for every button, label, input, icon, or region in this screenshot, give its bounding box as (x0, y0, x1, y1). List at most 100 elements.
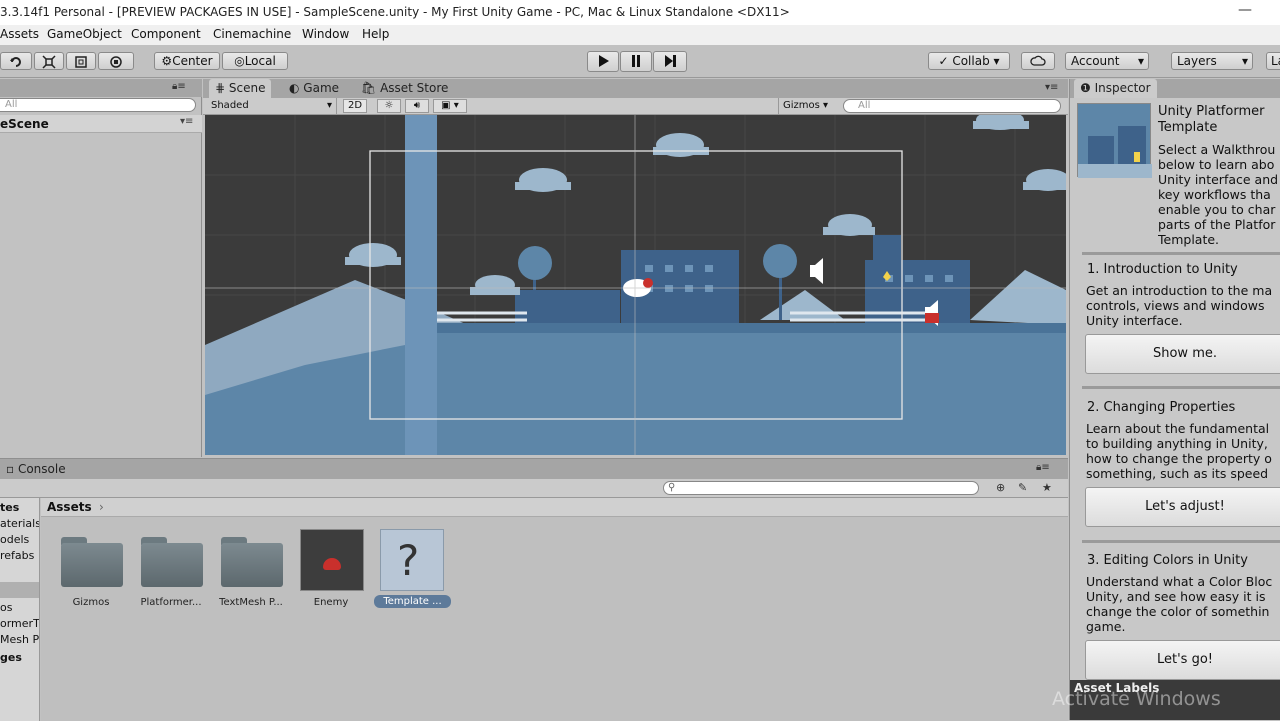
layers-dropdown[interactable]: Layers ▾ (1171, 52, 1253, 70)
section-3-heading: 3. Editing Colors in Unity (1087, 553, 1248, 568)
label-tag-icon[interactable]: ✎ (1018, 481, 1027, 494)
asset-grid: Gizmos Platformer... TextMesh P... Enemy… (41, 517, 1068, 721)
menu-help[interactable]: Help (362, 27, 389, 41)
menu-component[interactable]: Component (131, 27, 201, 41)
collab-dropdown[interactable]: ✓ Collab ▾ (928, 52, 1010, 70)
layout-dropdown[interactable]: La (1266, 52, 1280, 70)
question-mark-icon: ? (397, 536, 420, 585)
tab-asset-store[interactable]: 🛍︎ Asset Store (355, 79, 454, 98)
tree-item-assets[interactable]: tes (0, 501, 19, 514)
rect-tool-button[interactable] (66, 52, 96, 70)
inspector-title-line1: Unity Platformer (1158, 104, 1265, 119)
asset-label-selected: Template ... (374, 595, 451, 608)
pivot-label: Center (172, 54, 213, 68)
asset-folder-platformer[interactable] (141, 537, 203, 587)
tab-console-label: Console (17, 462, 66, 476)
tab-inspector[interactable]: ❶ Inspector (1074, 79, 1157, 98)
step-icon (665, 55, 676, 67)
template-thumbnail (1077, 103, 1152, 178)
breadcrumb-assets[interactable]: Assets (47, 500, 92, 514)
tab-scene[interactable]: ⋕ Scene (209, 79, 272, 98)
lets-go-button[interactable]: Let's go! (1085, 640, 1280, 680)
enemy-icon (323, 558, 341, 570)
section-2-body: Learn about the fundamental to building … (1086, 421, 1272, 481)
dropdown-arrow-icon: ▾ (1137, 54, 1144, 68)
effects-dropdown[interactable]: ▣ ▾ (433, 99, 467, 113)
tree-item-platformer[interactable]: ormerT (0, 617, 39, 630)
scene-search-input[interactable]: All (843, 99, 1061, 113)
filter-type-icon[interactable]: ⊕ (996, 481, 1005, 494)
enemy-sprite[interactable] (925, 313, 939, 323)
hierarchy-search-input[interactable]: All (0, 98, 196, 112)
section-divider (1082, 540, 1280, 543)
tab-game[interactable]: ◐ Game (283, 79, 345, 98)
account-label: Account (1071, 54, 1120, 68)
gizmos-dropdown[interactable]: Gizmos ▾ (778, 98, 838, 114)
scene-view-panel: ⋕ Scene ◐ Game 🛍︎ Asset Store ▾≡ Shaded ▾… (203, 79, 1068, 457)
scene-tabbar: ⋕ Scene ◐ Game 🛍︎ Asset Store ▾≡ (203, 79, 1068, 98)
scene-menu-icon[interactable]: ▾≡ (180, 116, 193, 127)
project-search-input[interactable]: ⚲ (663, 481, 979, 495)
minimize-button[interactable]: — (1238, 2, 1252, 18)
asset-label: Enemy (313, 597, 349, 608)
store-icon: 🛍︎ (361, 81, 381, 95)
asset-template[interactable]: ? (380, 529, 444, 591)
window-title: 3.3.14f1 Personal - [PREVIEW PACKAGES IN… (0, 5, 790, 19)
pause-button[interactable] (620, 51, 652, 72)
scene-row[interactable]: eScene ▾≡ (0, 115, 202, 133)
tab-console[interactable]: ▫ Console (0, 460, 72, 479)
tree-item-gizmos[interactable]: os (0, 601, 12, 614)
hierarchy-panel: 🔒︎≡ All eScene ▾≡ (0, 79, 202, 457)
play-button[interactable] (587, 51, 619, 72)
tree-item-selected[interactable] (0, 582, 39, 598)
show-me-button[interactable]: Show me. (1085, 334, 1280, 374)
account-dropdown[interactable]: Account ▾ (1065, 52, 1149, 70)
project-panel: ▫ Console 🔒︎≡ ⚲ ⊕ ✎ ★ tes aterials odels… (0, 458, 1068, 721)
panel-menu-icon[interactable]: ▾≡ (1045, 82, 1058, 93)
asset-label: Gizmos (72, 597, 110, 608)
layout-label: La (1271, 54, 1280, 68)
project-tabbar: ▫ Console 🔒︎≡ (0, 459, 1068, 479)
cloud-button[interactable] (1021, 52, 1055, 70)
menu-window[interactable]: Window (302, 27, 349, 41)
asset-prefab-enemy[interactable] (300, 529, 364, 591)
menu-bar: Assets GameObject Component Cinemachine … (0, 25, 1280, 45)
tree-item-packages[interactable]: ges (0, 651, 22, 664)
shading-mode-label: Shaded (211, 100, 249, 111)
tree-item-models[interactable]: odels (0, 533, 29, 546)
scale-tool-button[interactable] (34, 52, 64, 70)
transform-tool-button[interactable] (98, 52, 134, 70)
menu-assets[interactable]: Assets (0, 27, 39, 41)
tree-item-textmesh[interactable]: Mesh P (0, 633, 39, 646)
dropdown-arrow-icon: ▾ (326, 100, 332, 111)
main-toolbar: ⚙Center ◎Local ✓ Collab ▾ Account ▾ Layer… (0, 45, 1280, 78)
step-button[interactable] (653, 51, 687, 72)
menu-cinemachine[interactable]: Cinemachine (213, 27, 291, 41)
asset-folder-gizmos[interactable] (61, 537, 123, 587)
tab-inspector-label: Inspector (1094, 81, 1151, 95)
favorite-star-icon[interactable]: ★ (1042, 481, 1052, 494)
section-3-body: Understand what a Color Bloc Unity, and … (1086, 574, 1273, 634)
lighting-toggle[interactable]: ☼ (377, 99, 401, 113)
scene-viewport[interactable] (205, 115, 1066, 455)
check-icon: ✓ (938, 54, 953, 68)
2d-toggle[interactable]: 2D (343, 99, 367, 113)
menu-gameobject[interactable]: GameObject (47, 27, 122, 41)
tree-item-materials[interactable]: aterials (0, 517, 39, 530)
section-divider (1082, 386, 1280, 389)
asset-folder-textmesh[interactable] (221, 537, 283, 587)
rotate-tool-button[interactable] (0, 52, 32, 70)
tab-scene-label: Scene (228, 81, 266, 95)
shading-mode-dropdown[interactable]: Shaded ▾ (211, 98, 337, 114)
tab-game-label: Game (303, 81, 340, 95)
lock-icon[interactable]: 🔒︎≡ (1036, 462, 1050, 473)
pivot-center-button[interactable]: ⚙Center (154, 52, 220, 70)
audio-toggle[interactable]: 🔊︎ (405, 99, 429, 113)
tree-item-prefabs[interactable]: refabs (0, 549, 34, 562)
lock-icon[interactable]: 🔒︎≡ (172, 81, 186, 92)
lets-adjust-button[interactable]: Let's adjust! (1085, 487, 1280, 527)
cloud-icon (1030, 55, 1046, 66)
pivot-space-button[interactable]: ◎Local (222, 52, 288, 70)
section-1-heading: 1. Introduction to Unity (1087, 262, 1238, 277)
pause-icon (632, 55, 640, 67)
